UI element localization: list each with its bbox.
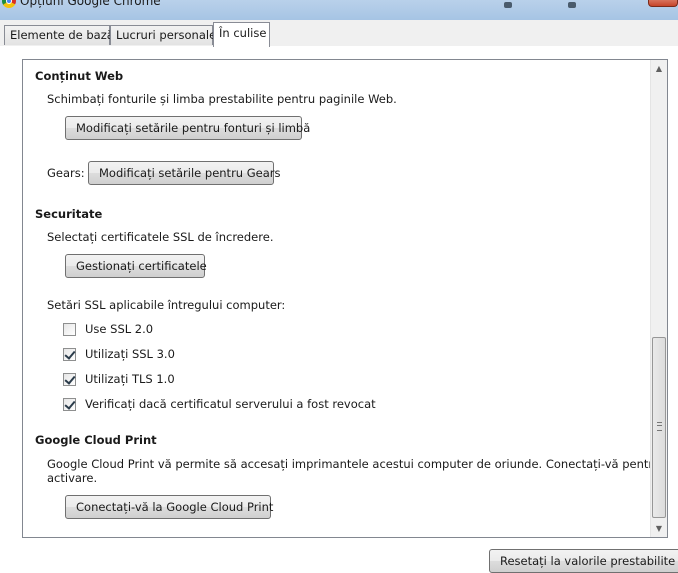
settings-scroll-panel[interactable]: Conținut Web Schimbați fonturile și limb… [22,59,668,538]
tls1-checkbox[interactable] [63,373,76,386]
revocation-label: Verificați dacă certificatul serverului … [85,397,376,411]
cloud-print-heading: Google Cloud Print [35,433,157,447]
window-close-button[interactable] [648,0,678,7]
security-description: Selectați certificatele SSL de încredere… [47,230,274,244]
reset-defaults-button[interactable]: Resetați la valorile prestabilite [489,549,678,573]
scroll-up-icon[interactable]: ▲ [651,60,667,77]
manage-certificates-button[interactable]: Gestionați certificatele [65,254,207,278]
web-content-heading: Conținut Web [35,69,124,83]
vertical-scrollbar[interactable]: ▲ ▼ [650,60,667,537]
tab-strip: Elemente de bază Lucruri personale În cu… [0,20,678,47]
change-fonts-button[interactable]: Modificați setările pentru fonturi și li… [65,116,310,140]
web-content-description: Schimbați fonturile și limba prestabilit… [47,92,397,106]
revocation-checkbox[interactable] [63,398,76,411]
cloud-print-connect-button[interactable]: Conectați-vă la Google Cloud Print [65,495,273,519]
scroll-down-icon[interactable]: ▼ [651,520,667,537]
gears-settings-button[interactable]: Modificați setările pentru Gears [88,161,281,185]
tls1-label: Utilizați TLS 1.0 [85,372,175,386]
tab-personal-stuff[interactable]: Lucruri personale [110,25,216,45]
ssl2-checkbox[interactable] [63,323,76,336]
titlebar-decoration-icon [504,2,512,8]
ssl3-label: Utilizați SSL 3.0 [85,347,175,361]
ssl3-checkbox[interactable] [63,348,76,361]
chrome-logo-icon [2,0,16,8]
tab-under-the-hood[interactable]: În culise [213,22,270,47]
ssl-settings-heading: Setări SSL aplicabile întregului compute… [47,298,286,312]
window-title: Opțiuni Google Chrome [20,0,161,8]
scrollbar-thumb[interactable] [652,337,666,518]
title-bar: Opțiuni Google Chrome [0,0,678,20]
settings-content: Conținut Web Schimbați fonturile și limb… [23,60,660,537]
titlebar-decoration-icon [568,2,576,8]
options-page: Conținut Web Schimbați fonturile și limb… [0,46,678,573]
cloud-print-description-line2: activare. [47,471,98,485]
cloud-print-description-line1: Google Cloud Print vă permite să accesaț… [47,457,661,471]
ssl2-label: Use SSL 2.0 [85,322,154,336]
security-heading: Securitate [35,207,103,221]
scrollbar-grip-icon [657,422,662,431]
gears-label: Gears: [47,166,85,180]
tab-basics[interactable]: Elemente de bază [4,25,114,45]
